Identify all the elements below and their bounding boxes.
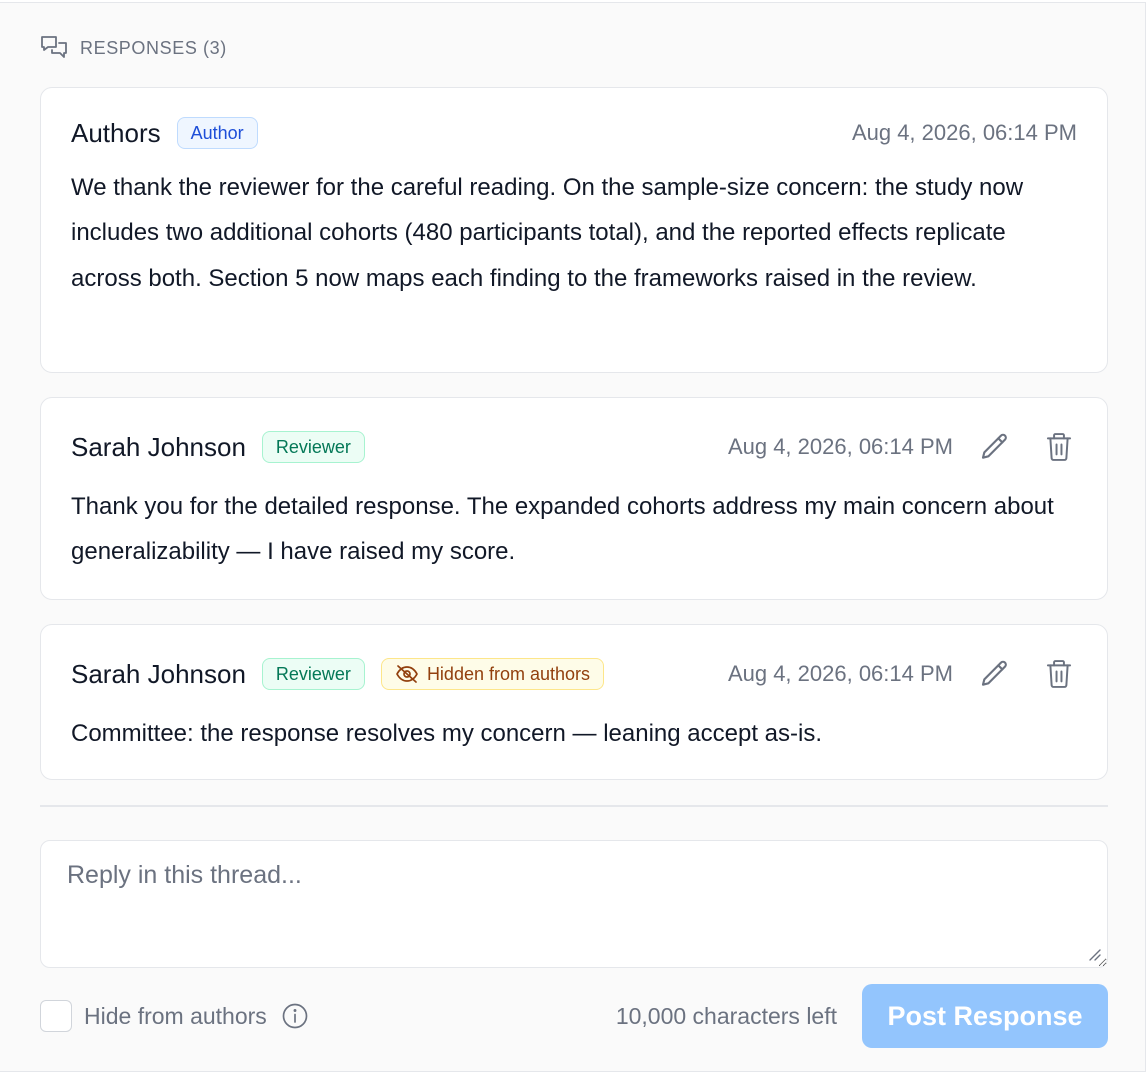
delete-button[interactable] bbox=[1041, 429, 1077, 465]
response-card: Sarah Johnson Reviewer Hidden from autho… bbox=[40, 624, 1108, 780]
hidden-badge-label: Hidden from authors bbox=[426, 663, 591, 684]
eye-off-icon bbox=[396, 665, 418, 683]
trash-icon bbox=[1046, 433, 1072, 461]
hide-from-authors-control: Hide from authors bbox=[40, 999, 309, 1033]
timestamp: Aug 4, 2026, 06:14 PM bbox=[851, 120, 1077, 145]
author-name: Authors bbox=[71, 117, 161, 148]
edit-button[interactable] bbox=[977, 429, 1013, 465]
thread-header-label: RESPONSES (3) bbox=[80, 37, 227, 58]
reply-textarea[interactable] bbox=[40, 840, 1108, 968]
response-card: Authors Author Aug 4, 2026, 06:14 PM We … bbox=[40, 87, 1108, 373]
author-name: Sarah Johnson bbox=[71, 658, 246, 689]
response-header: Sarah Johnson Reviewer Aug 4, 2026, 06:1… bbox=[71, 429, 1077, 465]
role-badge: Reviewer bbox=[261, 658, 365, 690]
response-body: Thank you for the detailed response. The… bbox=[71, 493, 1054, 566]
timestamp: Aug 4, 2026, 06:14 PM bbox=[727, 434, 953, 459]
responses-panel: RESPONSES (3) Authors Author Aug 4, 2026… bbox=[0, 2, 1146, 1072]
chat-bubbles-icon bbox=[40, 35, 68, 61]
timestamp: Aug 4, 2026, 06:14 PM bbox=[727, 661, 953, 686]
info-icon[interactable] bbox=[281, 1002, 309, 1030]
response-header: Authors Author Aug 4, 2026, 06:14 PM bbox=[71, 115, 1077, 151]
hide-from-authors-checkbox[interactable] bbox=[40, 1000, 72, 1032]
divider bbox=[40, 805, 1108, 807]
delete-button[interactable] bbox=[1041, 656, 1077, 692]
response-body: We thank the reviewer for the careful re… bbox=[71, 174, 1024, 292]
author-name: Sarah Johnson bbox=[71, 431, 246, 462]
response-header: Sarah Johnson Reviewer Hidden from autho… bbox=[71, 656, 1077, 692]
response-body: Committee: the response resolves my conc… bbox=[71, 720, 822, 747]
post-response-button[interactable]: Post Response bbox=[862, 984, 1108, 1048]
hide-from-authors-label[interactable]: Hide from authors bbox=[84, 1003, 267, 1030]
role-badge: Author bbox=[176, 117, 258, 149]
pencil-icon bbox=[981, 433, 1007, 459]
hidden-from-authors-badge: Hidden from authors bbox=[380, 658, 605, 690]
pencil-icon bbox=[981, 660, 1007, 686]
response-card: Sarah Johnson Reviewer Aug 4, 2026, 06:1… bbox=[40, 397, 1108, 600]
edit-button[interactable] bbox=[977, 656, 1013, 692]
role-badge: Reviewer bbox=[261, 431, 365, 463]
characters-left: 10,000 characters left bbox=[615, 1002, 837, 1029]
trash-icon bbox=[1046, 660, 1072, 688]
thread-header: RESPONSES (3) bbox=[40, 33, 227, 63]
